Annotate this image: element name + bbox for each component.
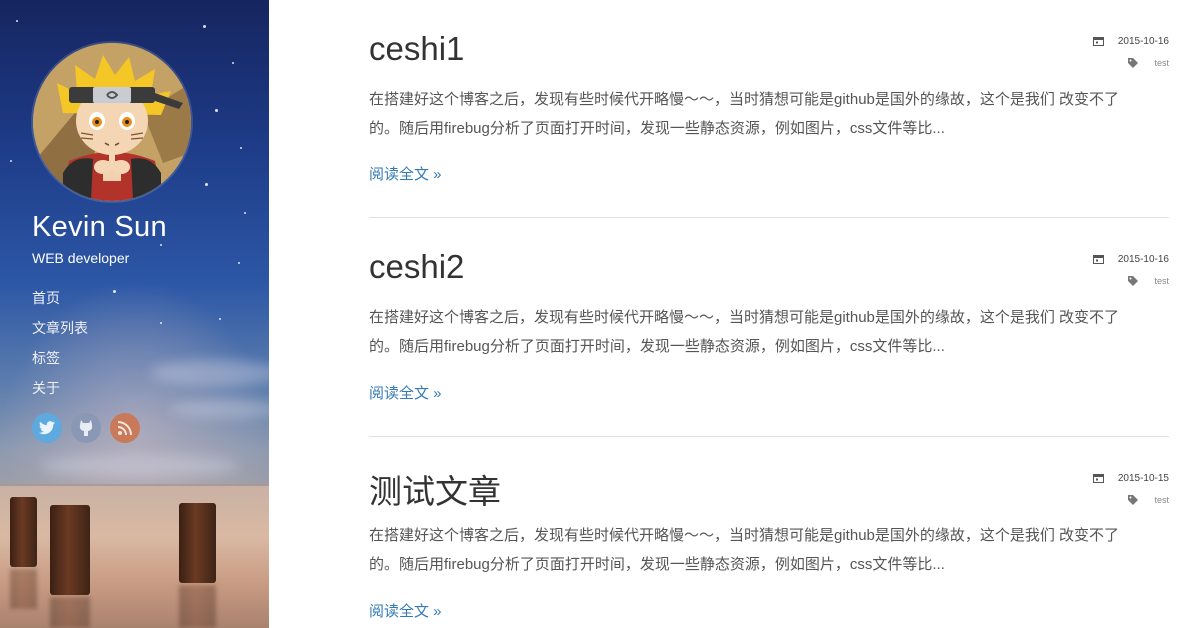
post-title[interactable]: ceshi2: [369, 248, 464, 286]
post-divider: [369, 217, 1169, 218]
tags-icon: [1128, 276, 1139, 286]
avatar[interactable]: [33, 43, 191, 201]
author-name: Kevin Sun: [32, 211, 167, 243]
rss-button[interactable]: [110, 413, 140, 443]
read-more-link[interactable]: 阅读全文 »: [369, 600, 442, 621]
post-excerpt: 在搭建好这个博客之后，发现有些时候代开略慢～～，当时猜想可能是github是国外…: [369, 521, 1169, 579]
twitter-icon: [39, 421, 55, 435]
cloud: [170, 400, 269, 418]
rss-icon: [118, 421, 132, 435]
star: [219, 318, 221, 320]
sea: [0, 486, 269, 628]
post-title[interactable]: ceshi1: [369, 30, 464, 68]
star: [16, 20, 18, 22]
post-date: 2015-10-15: [1117, 472, 1169, 484]
avatar-image: [33, 43, 191, 201]
post-excerpt-line: 在搭建好这个博客之后，发现有些时候代开略慢～～，当时猜想可能是github是国外…: [369, 91, 1120, 108]
star: [215, 109, 218, 112]
wooden-post: [50, 505, 90, 595]
post-excerpt-line: 的。随后用firebug分析了页面打开时间，发现一些静态资源，例如图片，css文…: [369, 120, 945, 137]
calendar-icon: [1092, 474, 1104, 483]
social-links: [32, 413, 140, 443]
post-date: 2015-10-16: [1117, 253, 1169, 265]
sidebar-nav: 首页 文章列表 标签 关于: [32, 288, 88, 408]
star: [205, 183, 208, 186]
post-tag[interactable]: test: [1154, 58, 1169, 68]
post-tag[interactable]: test: [1154, 276, 1169, 286]
post-title[interactable]: 测试文章: [369, 465, 501, 513]
author-title: WEB developer: [32, 250, 130, 266]
github-button[interactable]: [71, 413, 101, 443]
read-more-link[interactable]: 阅读全文 »: [369, 163, 442, 184]
post-excerpt-line: 的。随后用firebug分析了页面打开时间，发现一些静态资源，例如图片，css文…: [369, 338, 945, 355]
post-date: 2015-10-16: [1117, 35, 1169, 47]
cloud: [150, 360, 269, 386]
calendar-icon: [1092, 255, 1104, 264]
github-icon: [79, 420, 93, 436]
twitter-button[interactable]: [32, 413, 62, 443]
sidebar: Kevin Sun WEB developer 首页 文章列表 标签 关于: [0, 0, 269, 628]
cloud: [40, 455, 240, 477]
star: [203, 25, 206, 28]
star: [10, 160, 12, 162]
nav-item-home[interactable]: 首页: [32, 288, 88, 318]
post-meta: 2015-10-16 test: [1092, 33, 1169, 71]
wooden-post-reflection: [50, 597, 90, 628]
wooden-post-reflection: [10, 569, 37, 609]
star: [238, 262, 240, 264]
post-excerpt-line: 在搭建好这个博客之后，发现有些时候代开略慢～～，当时猜想可能是github是国外…: [369, 309, 1120, 326]
post-excerpt-line: 的。随后用firebug分析了页面打开时间，发现一些静态资源，例如图片，css文…: [369, 556, 945, 573]
tags-icon: [1128, 58, 1139, 68]
nav-item-about[interactable]: 关于: [32, 378, 88, 408]
post-tag[interactable]: test: [1154, 495, 1169, 505]
wooden-post-reflection: [179, 585, 216, 628]
read-more-link[interactable]: 阅读全文 »: [369, 382, 442, 403]
post-excerpt-line: 在搭建好这个博客之后，发现有些时候代开略慢～～，当时猜想可能是github是国外…: [369, 527, 1120, 544]
star: [160, 244, 162, 246]
post-excerpt: 在搭建好这个博客之后，发现有些时候代开略慢～～，当时猜想可能是github是国外…: [369, 303, 1169, 361]
calendar-icon: [1092, 37, 1104, 46]
tags-icon: [1128, 495, 1139, 505]
post-divider: [369, 436, 1169, 437]
star: [244, 212, 246, 214]
wooden-post: [179, 503, 216, 583]
post-meta: 2015-10-16 test: [1092, 251, 1169, 289]
nav-item-tags[interactable]: 标签: [32, 348, 88, 378]
star: [232, 62, 234, 64]
star: [160, 322, 162, 324]
nav-item-articles[interactable]: 文章列表: [32, 318, 88, 348]
star: [240, 147, 242, 149]
wooden-post: [10, 497, 37, 567]
star: [113, 290, 116, 293]
post-excerpt: 在搭建好这个博客之后，发现有些时候代开略慢～～，当时猜想可能是github是国外…: [369, 85, 1169, 143]
post-meta: 2015-10-15 test: [1092, 470, 1169, 508]
